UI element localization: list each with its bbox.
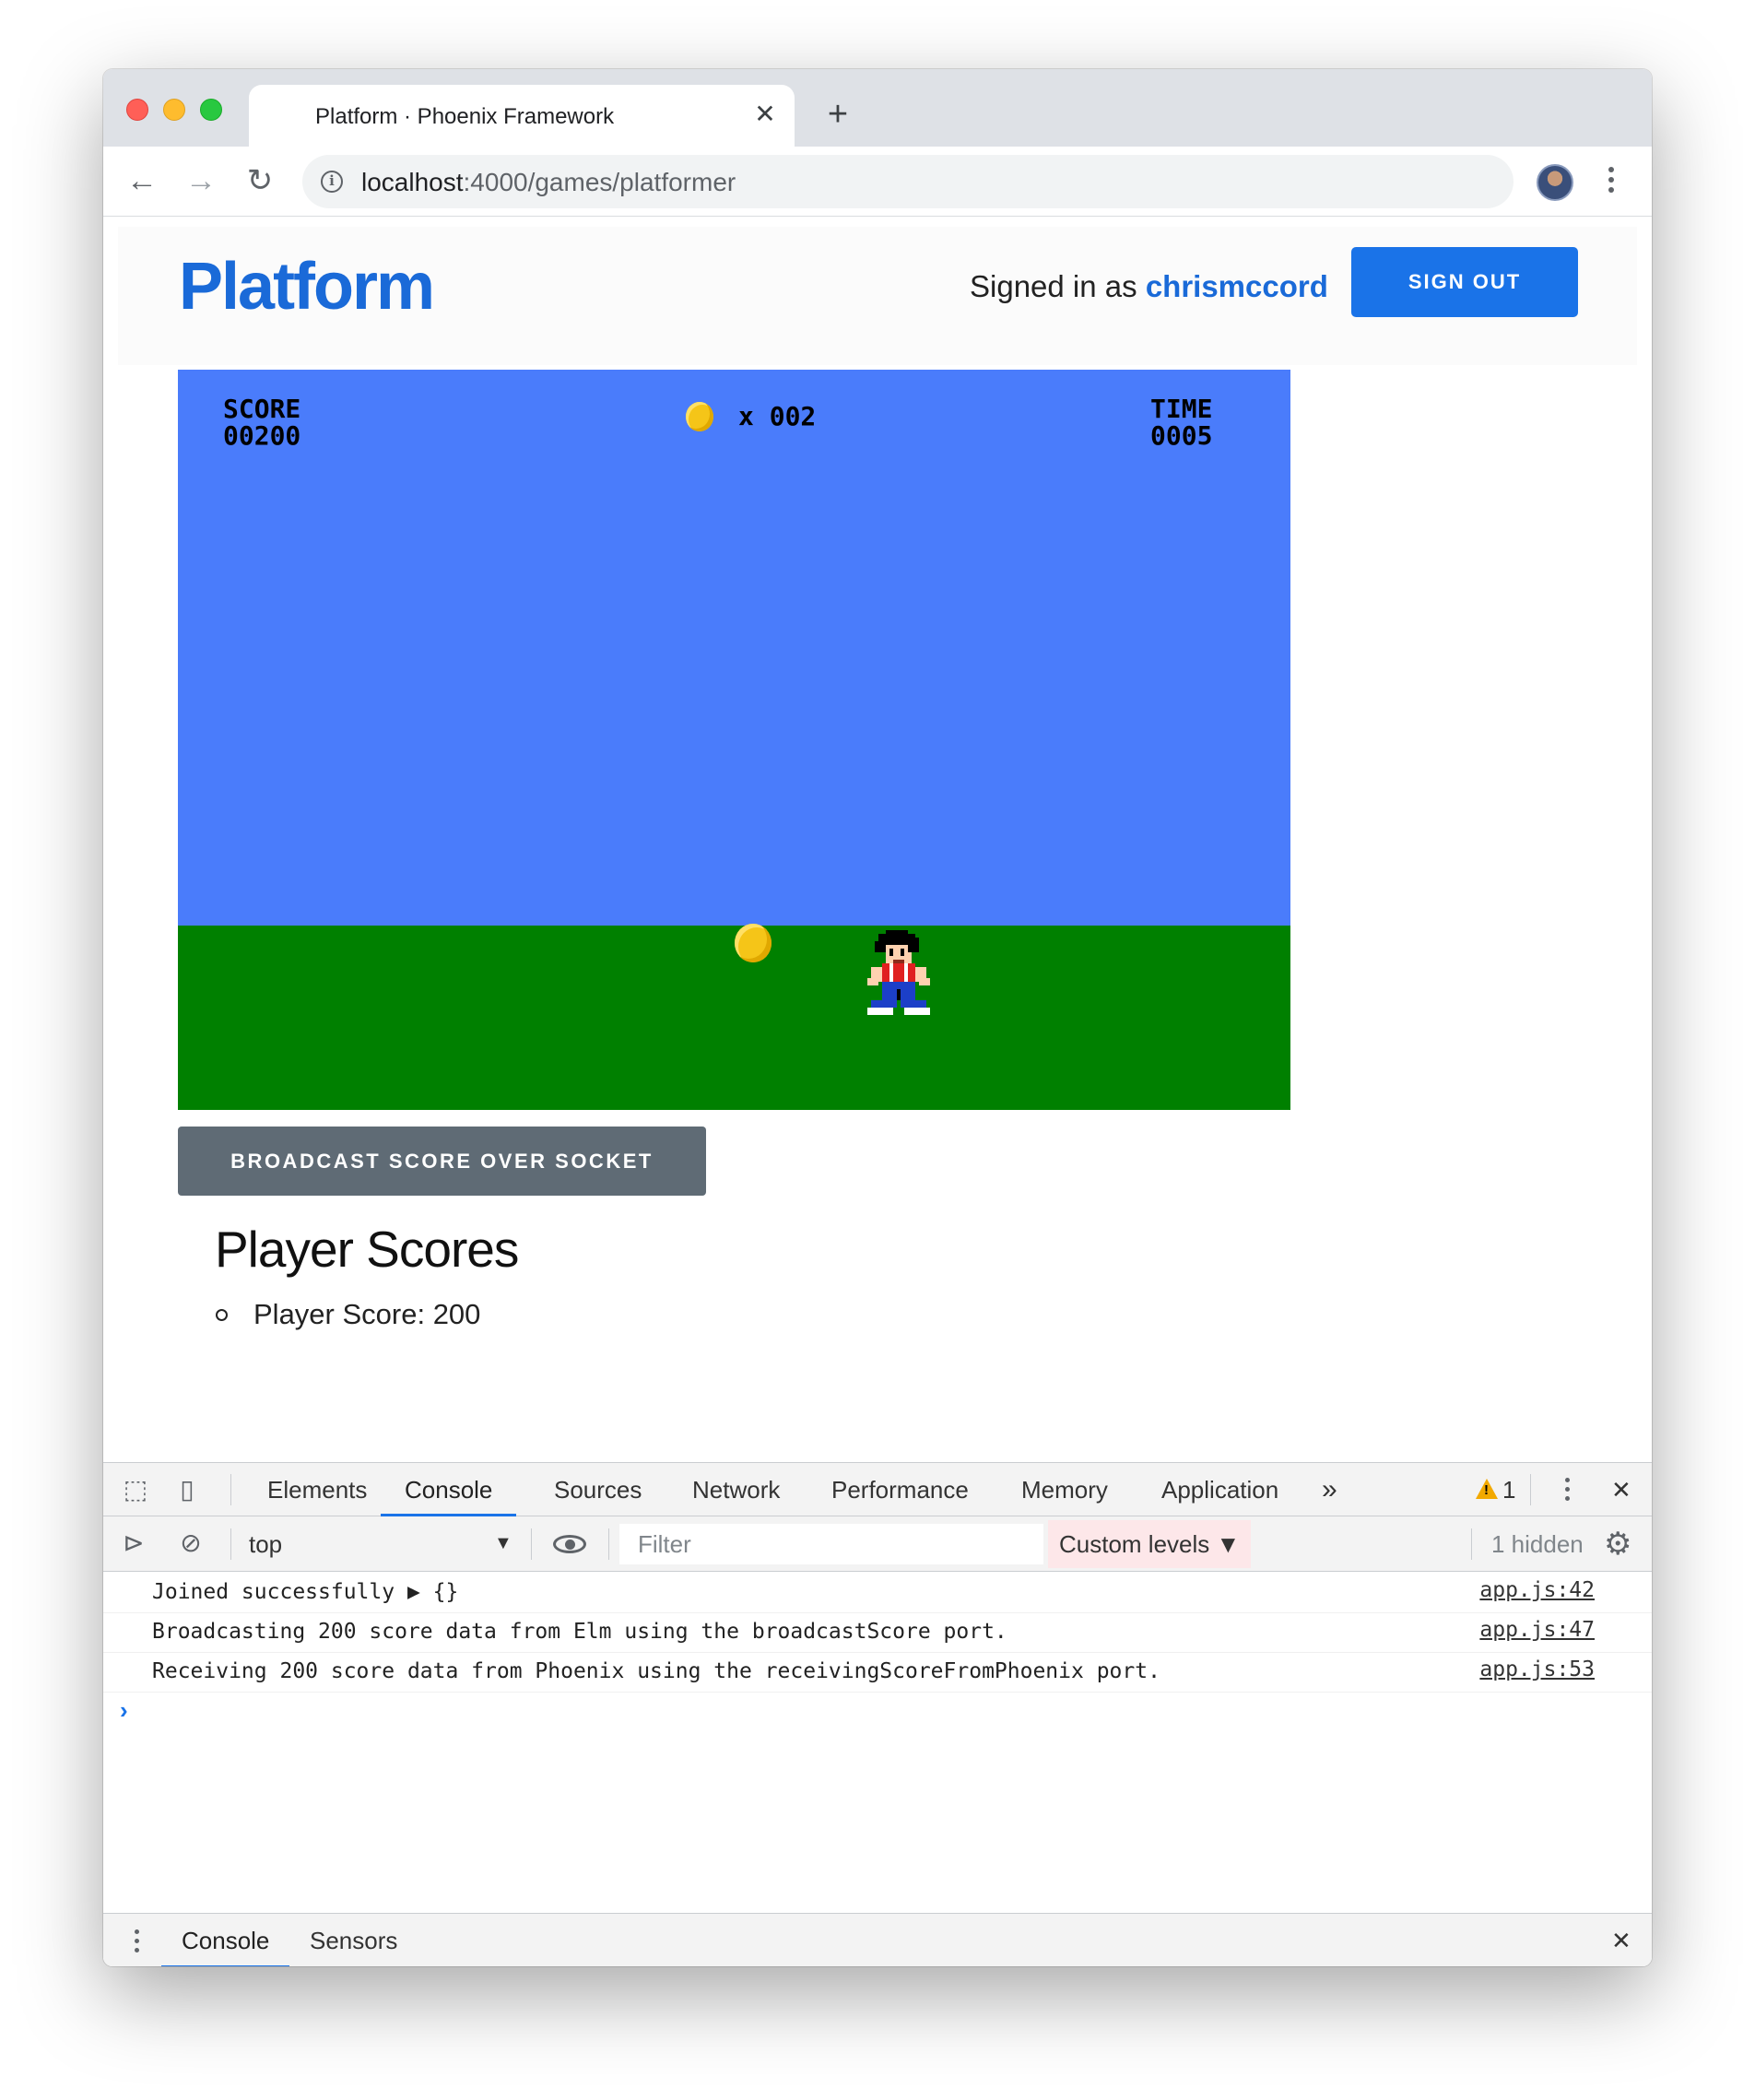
url-host: localhost [361,168,464,196]
player-character [867,930,930,1015]
time-display: TIME 0005 [1150,395,1212,449]
minimize-window-button[interactable] [163,99,185,121]
context-select[interactable]: top [249,1516,282,1572]
site-logo[interactable]: Platform [179,249,435,324]
browser-window: Platform · Phoenix Framework ✕ + ← → ↻ i… [103,69,1652,1966]
coin-item [735,924,771,962]
new-tab-button[interactable]: + [813,90,863,140]
score-value: 00200 [223,420,301,451]
player-score-text: Player Score: 200 [253,1298,481,1330]
console-message-text[interactable]: Joined successfully ▶ {} [152,1580,458,1604]
browser-toolbar: ← → ↻ i localhost:4000/games/platformer … [103,147,1652,217]
url-path: :4000/games/platformer [463,168,736,196]
time-value: 0005 [1150,420,1213,451]
tab-sources[interactable]: Sources [554,1463,642,1516]
console-message: Joined successfully ▶ {} app.js:42 [103,1574,1652,1613]
chevron-down-icon[interactable]: ▼ [494,1516,512,1572]
close-devtools-icon[interactable]: ✕ [1611,1463,1631,1516]
info-icon[interactable]: i [321,171,343,193]
close-window-button[interactable] [126,99,148,121]
warning-icon[interactable] [1476,1479,1498,1499]
browser-menu-icon[interactable] [1602,162,1620,203]
back-arrow-icon[interactable]: ← [120,159,164,204]
browser-tab[interactable]: Platform · Phoenix Framework ✕ [249,85,795,147]
console-source-link[interactable]: app.js:53 [1479,1658,1595,1681]
score-display: SCORE 00200 [223,395,300,449]
device-toolbar-icon[interactable]: ▯ [171,1475,203,1506]
tab-network[interactable]: Network [692,1463,780,1516]
forward-arrow-icon[interactable]: → [179,159,223,204]
profile-avatar[interactable] [1537,164,1573,201]
tab-elements[interactable]: Elements [267,1463,367,1516]
devtools-menu-icon[interactable] [1565,1478,1571,1505]
sign-out-button[interactable]: SIGN OUT [1351,247,1578,317]
tab-strip: Platform · Phoenix Framework ✕ + [103,69,1652,147]
tab-close-icon[interactable]: ✕ [747,96,783,133]
coin-counter-icon [686,402,713,431]
tab-performance[interactable]: Performance [831,1463,969,1516]
bullet-icon [216,1309,228,1321]
drawer-menu-icon[interactable] [135,1929,140,1957]
gear-icon[interactable]: ⚙ [1604,1528,1631,1561]
devtools-panel: ⬚ ▯ Elements Console Sources Network Per… [103,1462,1652,1966]
console-message: Receiving 200 score data from Phoenix us… [103,1653,1652,1693]
console-toolbar: ⊳ ⊘ top ▼ Custom levels ▼ 1 hidden ⚙ [103,1516,1652,1572]
clear-console-icon[interactable]: ⊘ [175,1528,206,1560]
console-message-text: Broadcasting 200 score data from Elm usi… [152,1620,1007,1644]
close-drawer-icon[interactable]: ✕ [1611,1914,1631,1966]
console-prompt-icon[interactable]: › [120,1696,128,1725]
tab-console[interactable]: Console [381,1463,517,1516]
url-text[interactable]: localhost:4000/games/platformer [361,168,736,197]
game-canvas[interactable]: SCORE 00200 x 002 TIME 0005 [178,370,1290,1110]
drawer-tab-sensors[interactable]: Sensors [310,1914,397,1966]
warning-count[interactable]: 1 [1502,1463,1515,1516]
log-levels-dropdown[interactable]: Custom levels ▼ [1048,1520,1252,1568]
tab-title: Platform · Phoenix Framework [315,104,615,129]
devtools-tab-bar: ⬚ ▯ Elements Console Sources Network Per… [103,1463,1652,1516]
inspect-element-icon[interactable]: ⬚ [120,1475,151,1506]
site-header: Platform Signed in as chrismccord SIGN O… [118,227,1637,365]
player-scores-heading: Player Scores [215,1221,519,1278]
list-item: Player Score: 200 [212,1294,480,1335]
tab-application[interactable]: Application [1161,1463,1278,1516]
signed-in-text: Signed in as chrismccord [970,269,1328,304]
coin-count: x 002 [738,401,817,431]
address-bar[interactable]: i localhost:4000/games/platformer ☆ [302,155,1514,208]
more-tabs-icon[interactable]: » [1322,1463,1337,1516]
page-content: Platform Signed in as chrismccord SIGN O… [103,218,1652,1531]
tab-memory[interactable]: Memory [1021,1463,1108,1516]
username-link[interactable]: chrismccord [1146,269,1328,303]
console-message: Broadcasting 200 score data from Elm usi… [103,1613,1652,1653]
devtools-drawer: Console Sensors ✕ [103,1913,1652,1966]
sidebar-toggle-icon[interactable]: ⊳ [118,1528,149,1560]
console-filter-input[interactable] [619,1524,1043,1564]
reload-icon[interactable]: ↻ [238,159,282,204]
drawer-tab-console[interactable]: Console [161,1914,290,1966]
ground [178,926,1290,1110]
console-source-link[interactable]: app.js:47 [1479,1618,1595,1642]
hidden-messages-count: 1 hidden [1491,1530,1584,1558]
maximize-window-button[interactable] [200,99,222,121]
signed-in-prefix: Signed in as [970,269,1146,303]
live-expression-eye-icon[interactable] [553,1535,586,1553]
player-scores-list: Player Score: 200 [212,1294,480,1335]
console-source-link[interactable]: app.js:42 [1479,1578,1595,1602]
console-message-text: Receiving 200 score data from Phoenix us… [152,1659,1160,1683]
broadcast-score-button[interactable]: BROADCAST SCORE OVER SOCKET [178,1127,706,1196]
